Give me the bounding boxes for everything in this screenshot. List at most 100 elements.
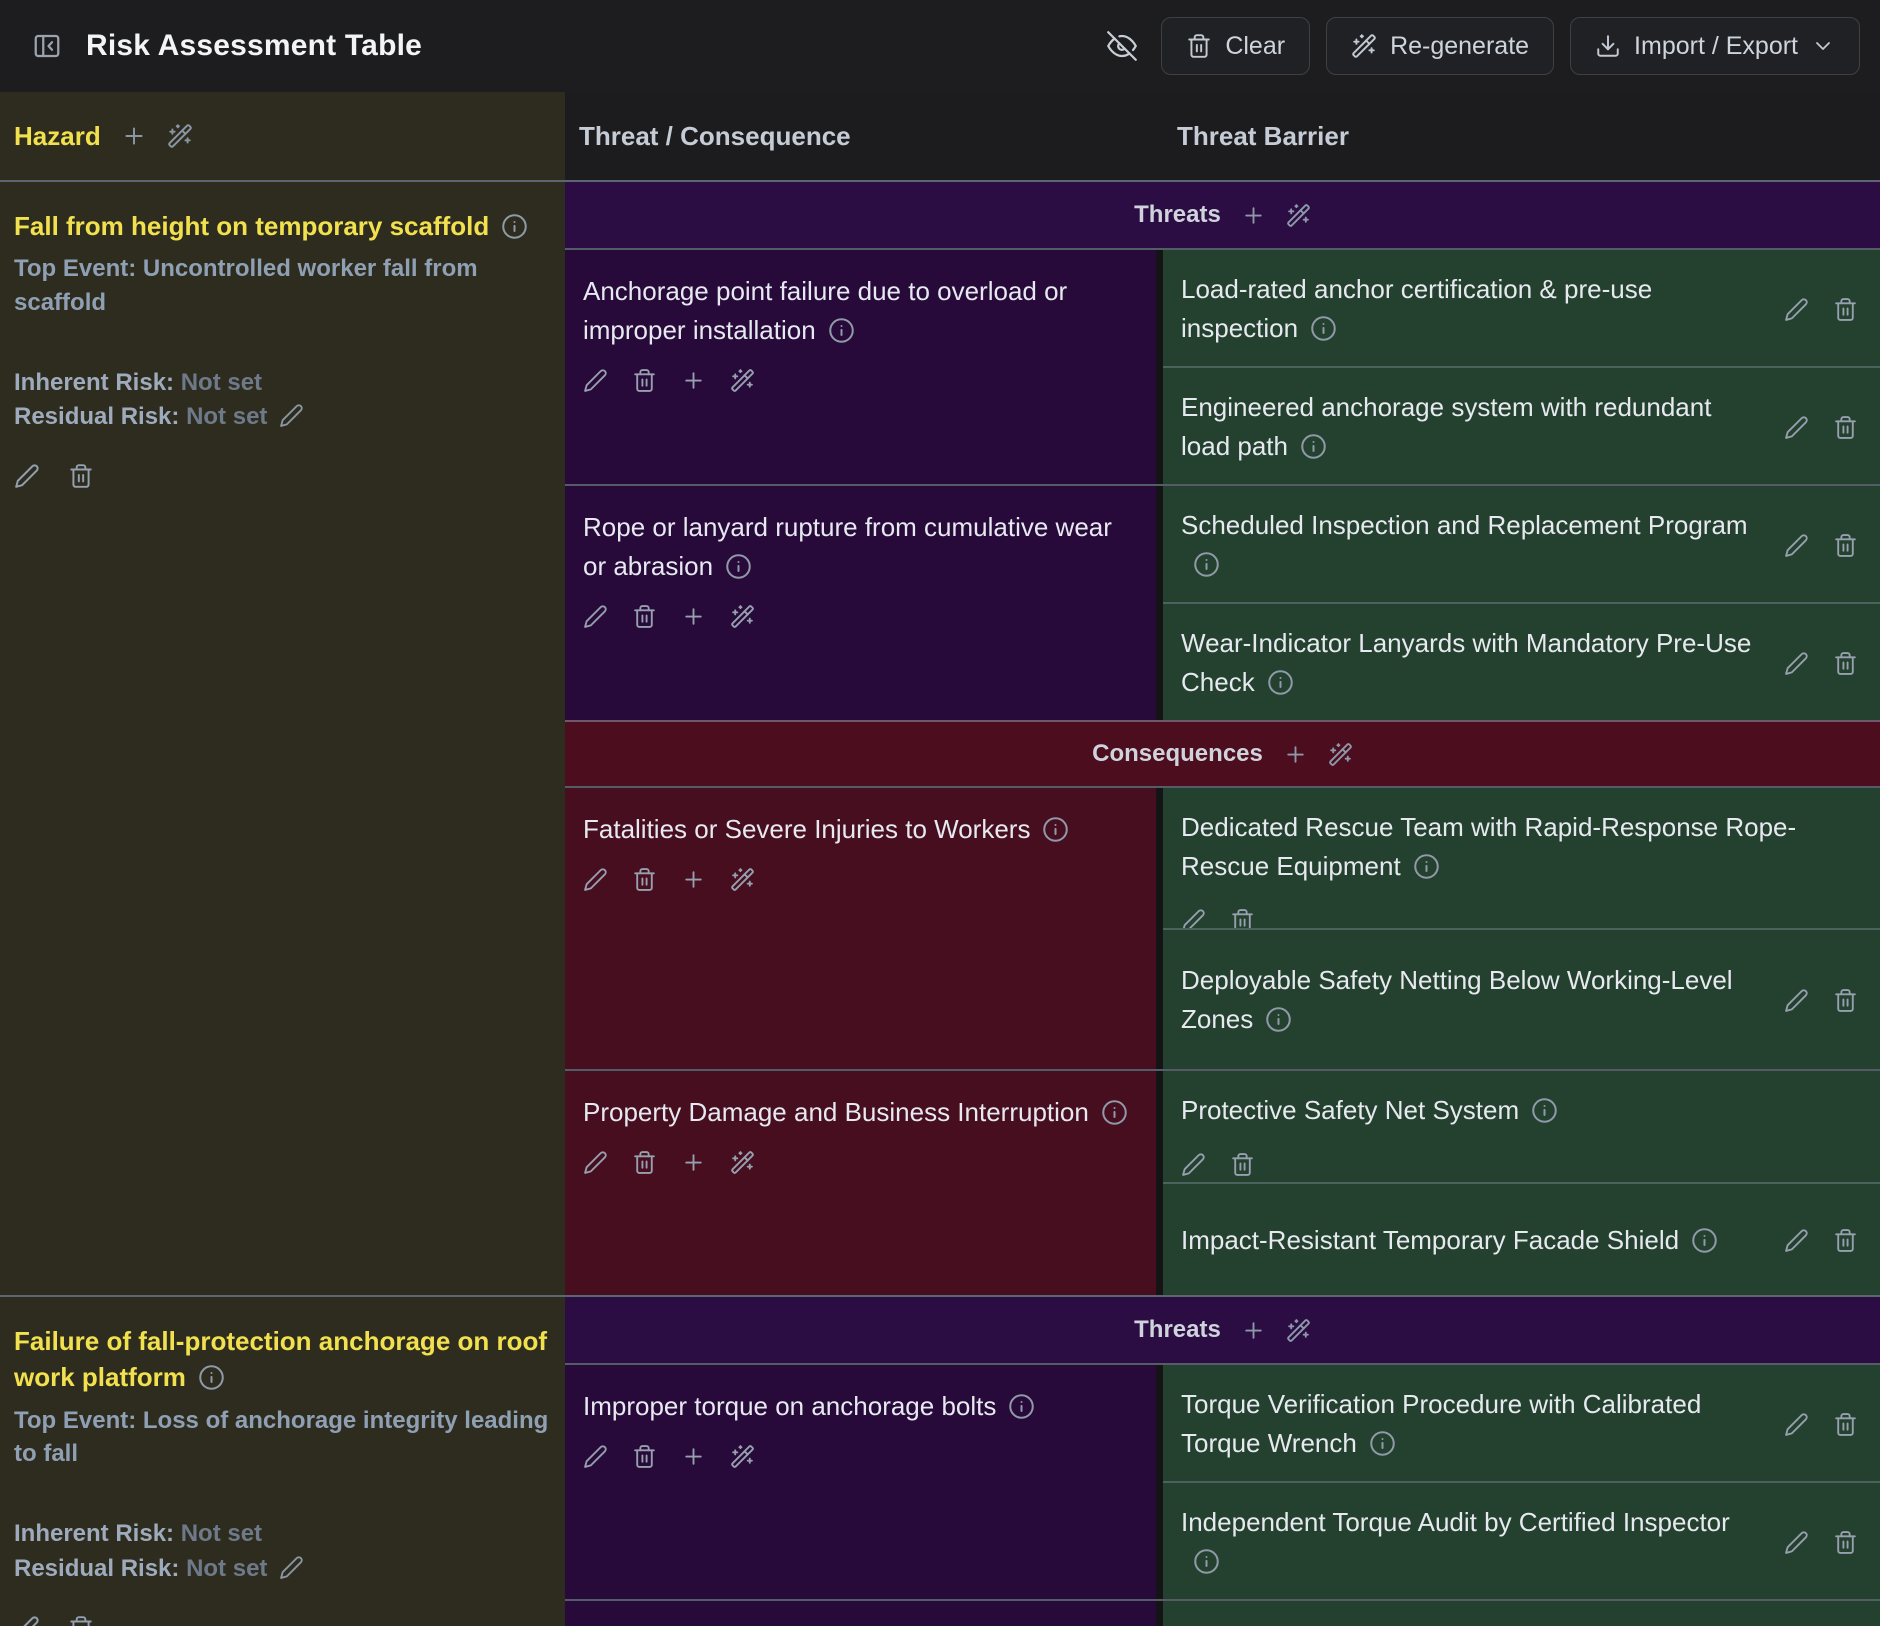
threats-section-label: Threats [1134, 201, 1221, 229]
barrier-cell: Protective Safety Net System [1163, 1071, 1880, 1182]
hazard-column-header: Hazard [0, 92, 565, 180]
info-icon[interactable] [1300, 433, 1327, 460]
info-icon[interactable] [1193, 551, 1220, 578]
add-barrier-icon[interactable] [681, 368, 706, 393]
consequence-text: Fatalities or Severe Injuries to Workers [583, 814, 1030, 844]
column-headers: Hazard Threat / Consequence Threat Barri… [0, 92, 1880, 182]
threat-group: Rope or lanyard rupture from cumulative … [565, 484, 1880, 720]
threat-text: Rope or lanyard rupture from cumulative … [583, 512, 1112, 581]
barrier-stack: Dedicated Rescue Team with Rapid-Respons… [1163, 788, 1880, 1069]
threat-text: Improper torque on anchorage bolts [583, 1391, 996, 1421]
delete-trash-icon[interactable] [632, 867, 657, 892]
info-icon[interactable] [1531, 1097, 1558, 1124]
chevron-down-icon [1811, 34, 1835, 58]
clear-button-label: Clear [1225, 32, 1285, 61]
info-icon[interactable] [1265, 1006, 1292, 1033]
generate-hazard-wand-icon[interactable] [167, 123, 193, 149]
hazard-cell-2: Failure of fall-protection anchorage on … [0, 1297, 565, 1626]
edit-pencil-icon[interactable] [583, 1150, 608, 1175]
add-threat-icon[interactable] [1241, 203, 1266, 228]
barrier-stack: Scheduled Non-Destructive Testing (NDT) … [1163, 1601, 1880, 1626]
generate-wand-icon[interactable] [730, 867, 755, 892]
edit-pencil-icon[interactable] [583, 867, 608, 892]
edit-pencil-icon[interactable] [1784, 1412, 1809, 1437]
info-icon[interactable] [1193, 1548, 1220, 1575]
delete-trash-icon[interactable] [632, 1444, 657, 1469]
edit-risk-pencil-icon[interactable] [279, 403, 304, 428]
delete-trash-icon[interactable] [1833, 415, 1858, 440]
edit-pencil-icon[interactable] [1784, 297, 1809, 322]
add-consequence-icon[interactable] [1283, 742, 1308, 767]
delete-trash-icon[interactable] [1833, 1530, 1858, 1555]
edit-pencil-icon[interactable] [1784, 1228, 1809, 1253]
info-icon[interactable] [1369, 1430, 1396, 1457]
risk-summary: Inherent Risk: Not set Residual Risk: No… [14, 1517, 549, 1587]
consequence-actions [583, 1150, 1130, 1175]
info-icon[interactable] [725, 553, 752, 580]
info-icon[interactable] [501, 213, 528, 240]
barrier-actions [1784, 1530, 1858, 1555]
topbar-actions: Clear Re-generate Import / Export [1099, 17, 1860, 75]
delete-trash-icon[interactable] [1833, 297, 1858, 322]
import-export-button[interactable]: Import / Export [1570, 17, 1860, 75]
info-icon[interactable] [1310, 315, 1337, 342]
info-icon[interactable] [1008, 1393, 1035, 1420]
info-icon[interactable] [1691, 1227, 1718, 1254]
edit-risk-pencil-icon[interactable] [279, 1555, 304, 1580]
generate-threat-wand-icon[interactable] [1286, 203, 1311, 228]
barrier-cell: Scheduled Non-Destructive Testing (NDT) … [1163, 1601, 1880, 1626]
top-bar: Risk Assessment Table Clear Re-generate … [0, 0, 1880, 92]
edit-pencil-icon[interactable] [1784, 533, 1809, 558]
edit-pencil-icon[interactable] [1784, 651, 1809, 676]
delete-hazard-trash-icon[interactable] [68, 1615, 94, 1626]
delete-trash-icon[interactable] [1230, 1152, 1255, 1177]
generate-wand-icon[interactable] [730, 368, 755, 393]
panel-collapse-icon[interactable] [32, 31, 62, 61]
generate-wand-icon[interactable] [730, 1150, 755, 1175]
info-icon[interactable] [1101, 1099, 1128, 1126]
edit-pencil-icon[interactable] [1784, 415, 1809, 440]
info-icon[interactable] [1267, 669, 1294, 696]
add-barrier-icon[interactable] [681, 604, 706, 629]
edit-pencil-icon[interactable] [583, 604, 608, 629]
info-icon[interactable] [828, 317, 855, 344]
add-barrier-icon[interactable] [681, 1444, 706, 1469]
add-hazard-icon[interactable] [121, 123, 147, 149]
barrier-text: Scheduled Inspection and Replacement Pro… [1181, 510, 1748, 540]
delete-trash-icon[interactable] [1833, 988, 1858, 1013]
delete-trash-icon[interactable] [1833, 533, 1858, 558]
edit-pencil-icon[interactable] [1784, 988, 1809, 1013]
regenerate-button[interactable]: Re-generate [1326, 17, 1554, 75]
clear-button[interactable]: Clear [1161, 17, 1310, 75]
edit-pencil-icon[interactable] [1784, 1530, 1809, 1555]
delete-trash-icon[interactable] [1833, 651, 1858, 676]
add-barrier-icon[interactable] [681, 867, 706, 892]
threat-group: Improper torque on anchorage bolts Torqu… [565, 1363, 1880, 1599]
residual-risk-line: Residual Risk: Not set [14, 1552, 549, 1587]
barrier-actions [1784, 988, 1858, 1013]
generate-threat-wand-icon[interactable] [1286, 1318, 1311, 1343]
delete-hazard-trash-icon[interactable] [68, 463, 94, 489]
delete-trash-icon[interactable] [1833, 1412, 1858, 1437]
edit-pencil-icon[interactable] [1181, 1152, 1206, 1177]
info-icon[interactable] [1413, 853, 1440, 880]
eye-off-icon[interactable] [1099, 23, 1145, 69]
generate-consequence-wand-icon[interactable] [1328, 742, 1353, 767]
generate-wand-icon[interactable] [730, 1444, 755, 1469]
edit-pencil-icon[interactable] [583, 1444, 608, 1469]
delete-trash-icon[interactable] [632, 368, 657, 393]
add-threat-icon[interactable] [1241, 1318, 1266, 1343]
add-barrier-icon[interactable] [681, 1150, 706, 1175]
threat-barrier-column-label: Threat Barrier [1163, 92, 1880, 180]
hazard-title: Failure of fall-protection anchorage on … [14, 1323, 549, 1396]
barrier-actions [1784, 1228, 1858, 1253]
generate-wand-icon[interactable] [730, 604, 755, 629]
delete-trash-icon[interactable] [632, 1150, 657, 1175]
info-icon[interactable] [198, 1364, 225, 1391]
edit-hazard-pencil-icon[interactable] [14, 1615, 40, 1626]
delete-trash-icon[interactable] [632, 604, 657, 629]
edit-hazard-pencil-icon[interactable] [14, 463, 40, 489]
delete-trash-icon[interactable] [1833, 1228, 1858, 1253]
edit-pencil-icon[interactable] [583, 368, 608, 393]
info-icon[interactable] [1042, 816, 1069, 843]
